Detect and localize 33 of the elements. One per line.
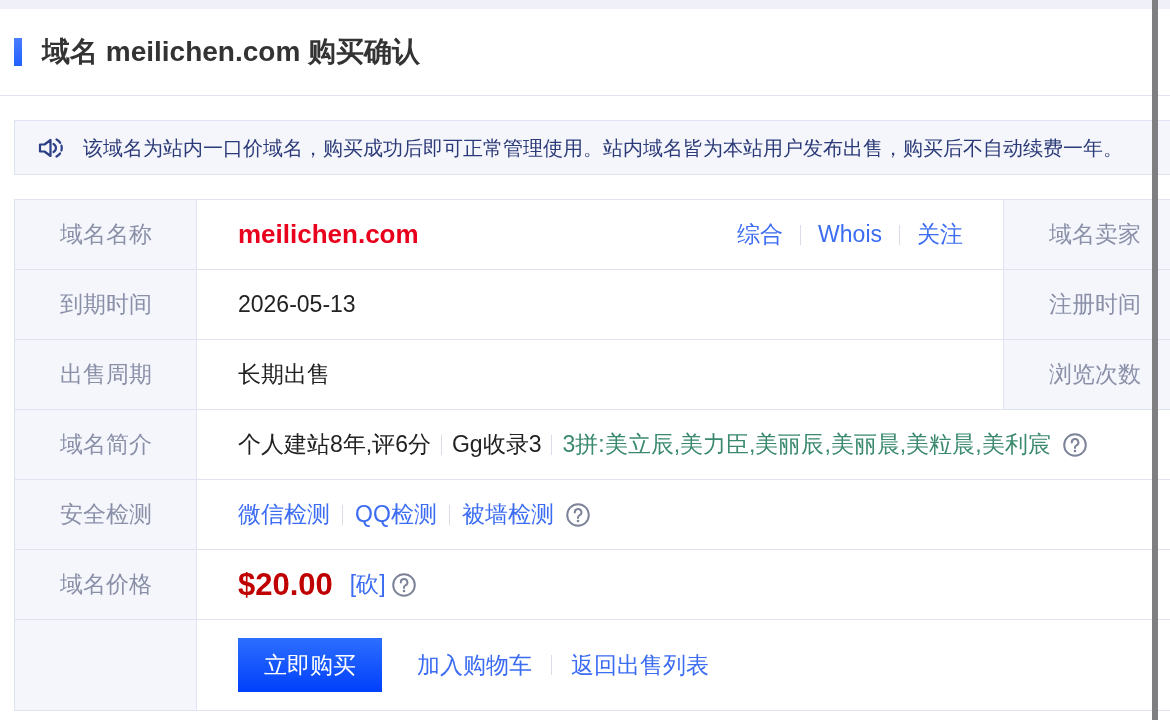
field-value: 长期出售	[238, 360, 330, 389]
page-title: 域名 meilichen.com 购买确认	[42, 35, 421, 69]
buy-button[interactable]: 立即购买	[238, 638, 382, 692]
intro-text: 3拼:美立辰,美力臣,美丽辰,美丽晨,美粒晨,美利宸	[562, 430, 1051, 459]
scrollbar[interactable]	[1152, 0, 1158, 720]
check-link[interactable]: 微信检测	[238, 499, 330, 530]
field-label: 浏览次数	[1048, 360, 1141, 389]
field-label: 安全检测	[59, 500, 152, 529]
field-label: 域名价格	[59, 570, 152, 599]
field-label: 域名名称	[59, 220, 152, 249]
field-label: 域名简介	[59, 430, 152, 459]
domain-name: meilichen.com	[238, 219, 419, 250]
action-link[interactable]: 加入购物车	[417, 649, 532, 681]
domain-link[interactable]: 关注	[917, 219, 963, 250]
check-link[interactable]: QQ检测	[355, 499, 437, 530]
accent-bar	[14, 38, 22, 66]
bargain-link[interactable]: [砍]	[349, 569, 386, 600]
action-link[interactable]: 返回出售列表	[571, 649, 709, 681]
domain-link[interactable]: 综合	[737, 219, 784, 250]
field-label: 域名卖家	[1048, 220, 1141, 249]
field-label: 到期时间	[59, 290, 152, 319]
notice-text: 该域名为站内一口价域名，购买成功后即可正常管理使用。站内域名皆为本站用户发布出售，购买后不自动续费一年。	[83, 135, 1123, 161]
field-value: 2026-05-13	[238, 291, 356, 318]
help-icon	[565, 502, 590, 527]
intro-text: Gg收录3	[452, 430, 542, 459]
help-icon	[1062, 432, 1087, 457]
field-label: 出售周期	[59, 360, 152, 389]
price-value: $20.00	[238, 566, 333, 603]
field-label: 注册时间	[1048, 290, 1141, 319]
domain-link[interactable]: Whois	[818, 221, 882, 248]
intro-text: 个人建站8年,评6分	[238, 430, 431, 459]
help-icon	[391, 572, 416, 597]
check-link[interactable]: 被墙检测	[461, 499, 554, 530]
